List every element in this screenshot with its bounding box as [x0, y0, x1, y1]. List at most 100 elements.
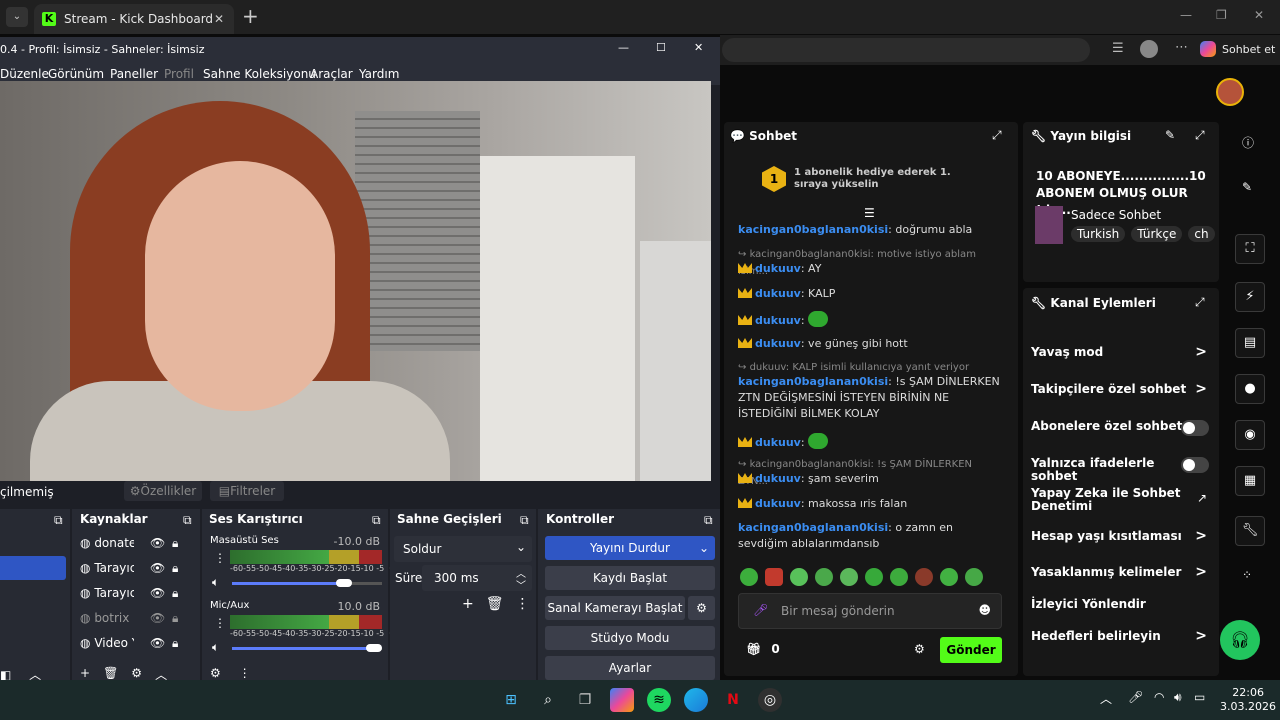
chevron-down-icon[interactable]: ⌄ — [699, 536, 709, 560]
chat-username[interactable]: dukuuv — [755, 436, 801, 449]
tab-list-button[interactable]: ⌄ — [6, 7, 28, 27]
emote-icon[interactable] — [740, 568, 758, 586]
channel-action-item[interactable]: Yavaş mod > — [1023, 344, 1219, 364]
restore-window-icon[interactable]: ❐ — [1216, 8, 1227, 22]
more-menu-icon[interactable]: ⋯ — [1175, 40, 1188, 55]
menu-view[interactable]: Görünüm — [48, 67, 104, 81]
speaker-icon[interactable]: 🔈︎ — [212, 575, 219, 590]
broadcast-icon[interactable]: ◉ — [1235, 420, 1265, 450]
close-window-icon[interactable]: ✕ — [1254, 8, 1264, 22]
emote-icon[interactable] — [815, 568, 833, 586]
more-icon[interactable]: ⋮ — [214, 551, 226, 565]
chat-settings-icon[interactable]: ⚙ — [914, 642, 925, 656]
send-button[interactable]: Gönder — [940, 637, 1002, 663]
edit-stream-icon[interactable]: ✎ — [1165, 128, 1175, 142]
chat-username[interactable]: dukuuv — [755, 472, 801, 485]
stop-stream-button[interactable]: Yayını Durdur ⌄ — [545, 536, 715, 560]
settings-wrench-icon[interactable]: 🔧︎ — [1235, 516, 1265, 546]
netflix-icon[interactable]: N — [721, 688, 745, 712]
speaker-icon[interactable]: 🔈︎ — [212, 640, 219, 655]
channel-action-item[interactable]: Takipçilere özel sohbet > — [1023, 381, 1219, 401]
emote-icon[interactable] — [940, 568, 958, 586]
tag[interactable]: Turkish — [1071, 226, 1126, 242]
chat-input[interactable]: 🎤︎ Bir mesaj gönderin ☻ — [738, 593, 1002, 629]
close-tab-icon[interactable]: ✕ — [214, 12, 224, 26]
add-transition-icon[interactable]: + — [462, 596, 474, 612]
tag[interactable]: ch — [1188, 226, 1215, 242]
chat-username[interactable]: dukuuv — [755, 262, 801, 275]
emote-icon[interactable] — [865, 568, 883, 586]
more-icon[interactable]: ⋮ — [214, 616, 226, 630]
visibility-eye-icon[interactable]: 👁︎ — [150, 611, 165, 625]
chat-username[interactable]: dukuuv — [755, 497, 801, 510]
menu-docks[interactable]: Paneller — [110, 67, 158, 81]
scene-item-selected[interactable] — [0, 556, 66, 580]
dock-float-icon[interactable]: ⧉ — [704, 513, 713, 528]
lock-icon[interactable]: 🔒︎ — [172, 561, 178, 576]
remove-transition-icon[interactable]: 🗑︎ — [486, 596, 504, 612]
channel-points[interactable]: 🎁︎ 0 — [746, 642, 780, 656]
lock-icon[interactable]: 🔒︎ — [172, 636, 178, 651]
minimize-window-icon[interactable]: — — [1180, 8, 1192, 22]
obs-maximize-icon[interactable]: ☐ — [656, 41, 666, 54]
favorites-icon[interactable]: ☰ — [1112, 41, 1124, 56]
menu-profile[interactable]: Profil — [164, 67, 194, 81]
copilot-button[interactable]: Sohbet et — [1200, 41, 1275, 57]
edit-icon[interactable]: ✎ — [1242, 180, 1252, 194]
studio-mode-button[interactable]: Stüdyo Modu — [545, 626, 715, 650]
channel-action-item[interactable]: Abonelere özel sohbet — [1023, 420, 1219, 438]
dock-float-icon[interactable]: ⧉ — [183, 513, 192, 528]
menu-help[interactable]: Yardım — [359, 67, 399, 81]
source-item[interactable]: ◍ donate 👁︎ 🔒︎ — [80, 536, 192, 556]
emote-icon[interactable] — [765, 568, 783, 586]
emote-icon[interactable] — [840, 568, 858, 586]
source-item[interactable]: ◍ Tarayıcı 👁︎ 🔒︎ — [80, 561, 192, 581]
emote-icon[interactable] — [965, 568, 983, 586]
source-item[interactable]: ◍ Video Y... 👁︎ 🔒︎ — [80, 636, 192, 656]
dock-float-icon[interactable]: ⧉ — [372, 513, 381, 528]
emote-icon[interactable] — [915, 568, 933, 586]
show-hidden-icons[interactable]: ︿ — [1100, 690, 1112, 707]
duration-stepper[interactable]: 300 ms ︿ ﹀ — [422, 565, 532, 592]
virtual-camera-settings-icon[interactable]: ⚙ — [688, 596, 715, 620]
microphone-tray-icon[interactable]: 🎤︎ — [1128, 690, 1143, 704]
obs-minimize-icon[interactable]: — — [618, 41, 629, 54]
lock-icon[interactable]: 🔒︎ — [172, 536, 178, 551]
popout-chat-icon[interactable]: ⤢ — [992, 128, 1002, 143]
source-item[interactable]: ◍ Tarayıcı 👁︎ 🔒︎ — [80, 586, 192, 606]
new-tab-button[interactable]: + — [242, 4, 259, 28]
volume-slider-handle[interactable] — [336, 579, 352, 587]
menu-edit[interactable]: Düzenle — [0, 67, 49, 81]
apps-icon[interactable]: ⁘ — [1242, 568, 1252, 582]
queue-icon[interactable]: ▦ — [1235, 466, 1265, 496]
volume-icon[interactable]: 🔊︎ — [1174, 690, 1182, 705]
browser-tab[interactable]: K Stream - Kick Dashboard ✕ — [34, 4, 234, 34]
wifi-icon[interactable]: ◠ — [1154, 690, 1164, 704]
emote-icon[interactable] — [790, 568, 808, 586]
dock-float-icon[interactable]: ⧉ — [54, 513, 63, 528]
lightning-icon[interactable]: ⚡︎ — [1235, 282, 1265, 312]
channel-action-item[interactable]: Hesap yaşı kısıtlaması > — [1023, 528, 1219, 548]
chat-username[interactable]: kacingan0baglanan0kisi — [738, 223, 888, 236]
task-view-icon[interactable]: ❐ — [573, 688, 597, 712]
chat-username[interactable]: dukuuv — [755, 337, 801, 350]
chat-username[interactable]: kacingan0baglanan0kisi — [738, 375, 888, 388]
more-icon[interactable]: ⋮ — [239, 666, 251, 680]
visibility-eye-icon[interactable]: 👁︎ — [150, 636, 165, 650]
channel-action-item[interactable]: Hedefleri belirleyin > — [1023, 628, 1219, 648]
start-recording-button[interactable]: Kaydı Başlat — [545, 566, 715, 590]
popout-actions-icon[interactable]: ⤢ — [1195, 295, 1205, 310]
menu-tools[interactable]: Araçlar — [310, 67, 353, 81]
more-icon[interactable]: ⋮ — [516, 596, 530, 612]
chat-bubble-icon[interactable]: ● — [1235, 374, 1265, 404]
edge-icon[interactable] — [684, 688, 708, 712]
stepper-down-icon[interactable]: ﹀ — [516, 577, 526, 592]
user-avatar[interactable] — [1216, 78, 1244, 106]
transition-select[interactable]: Soldur ⌄ — [394, 536, 532, 562]
lock-icon[interactable]: 🔒︎ — [172, 611, 178, 626]
start-virtual-camera-button[interactable]: Sanal Kamerayı Başlat — [545, 596, 685, 620]
info-icon[interactable]: ⓘ — [1242, 134, 1254, 151]
properties-button[interactable]: ⚙Özellikler — [124, 481, 202, 501]
obs-app-icon[interactable]: ◎ — [758, 688, 782, 712]
address-bar[interactable] — [722, 38, 1090, 62]
